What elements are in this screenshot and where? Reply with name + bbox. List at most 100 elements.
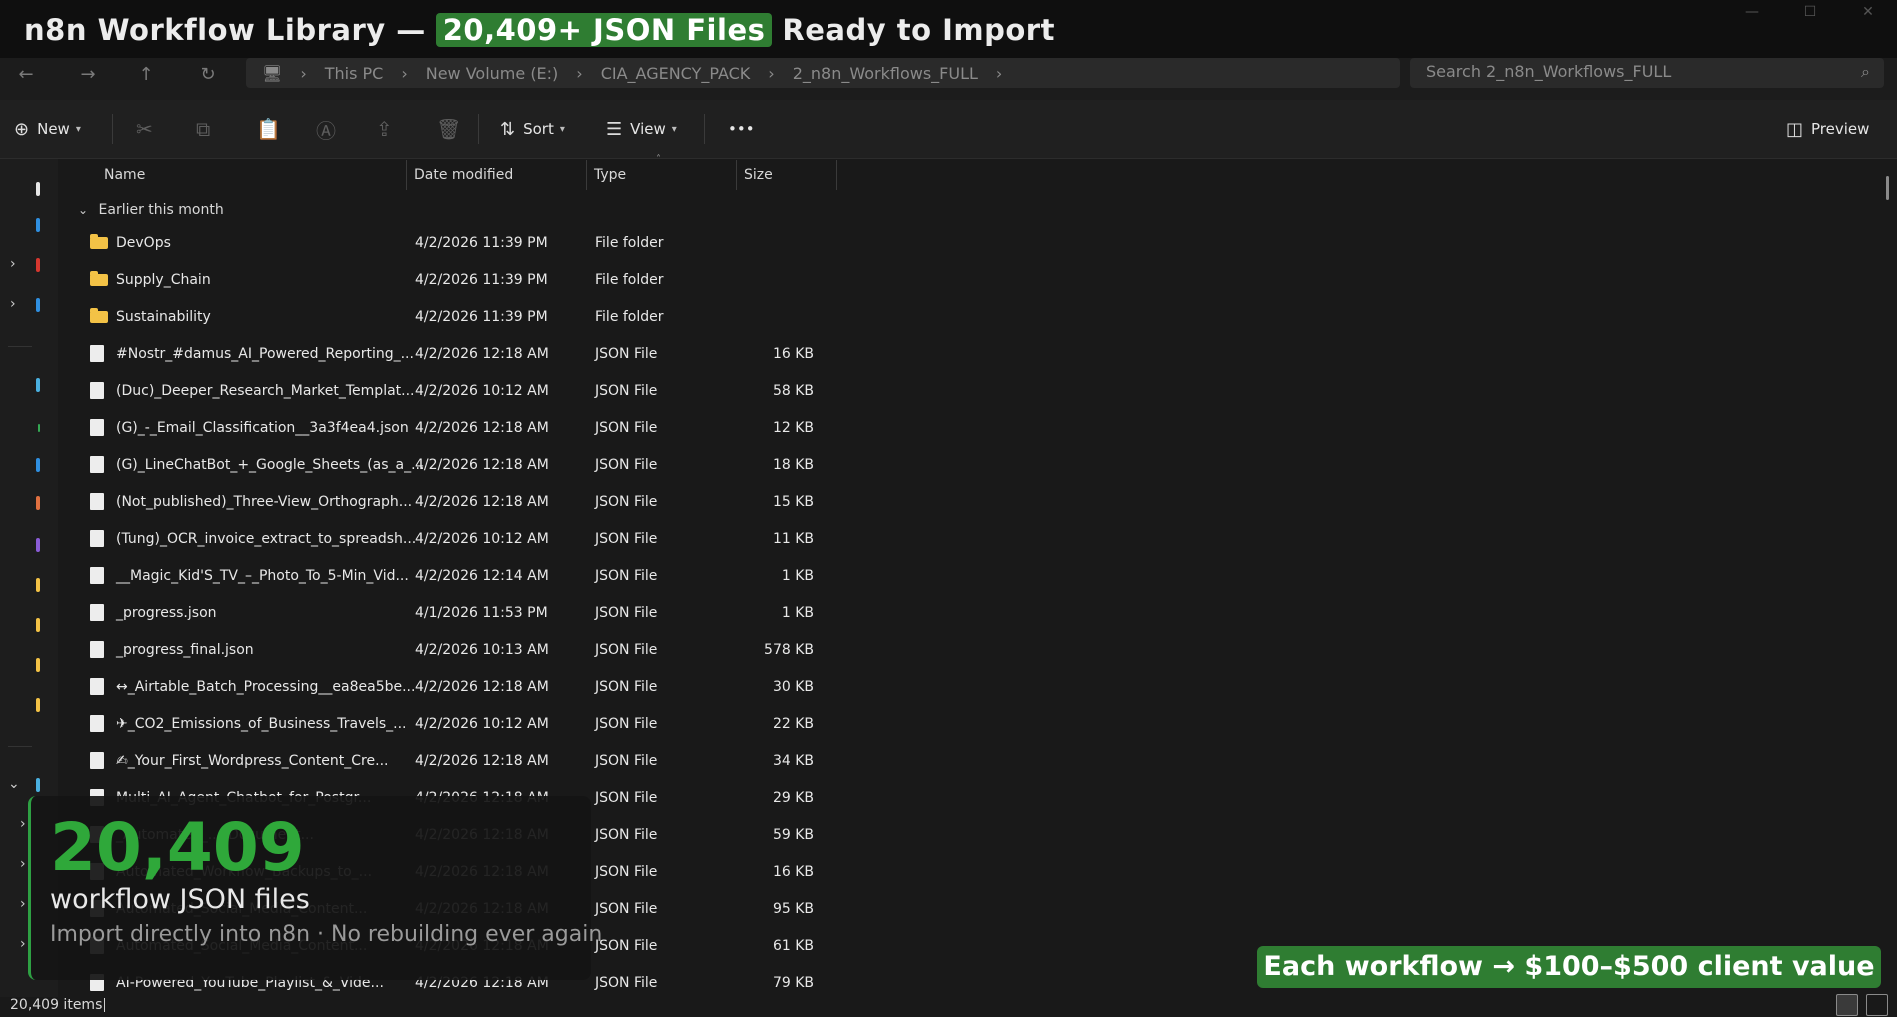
- downloads-icon[interactable]: [36, 258, 40, 272]
- folder-row[interactable]: Supply_Chain 4/2/2026 11:39 PM File folder: [88, 263, 848, 299]
- chevron-down-icon[interactable]: ⌄: [8, 776, 20, 792]
- file-name: (Tung)_OCR_invoice_extract_to_spreadsh..…: [116, 531, 417, 547]
- breadcrumb-this-pc[interactable]: This PC: [325, 64, 384, 83]
- file-type: JSON File: [595, 679, 658, 695]
- column-divider[interactable]: [736, 160, 737, 190]
- column-divider[interactable]: [406, 160, 407, 190]
- cut-icon[interactable]: ✂: [136, 114, 153, 144]
- videos-icon[interactable]: [36, 458, 40, 472]
- workflow-count-subtitle: workflow JSON files: [50, 884, 310, 915]
- file-row[interactable]: _progress.json 4/1/2026 11:53 PM JSON File…: [88, 596, 848, 632]
- column-header-date[interactable]: Date modified: [414, 160, 513, 190]
- file-row[interactable]: _progress_final.json 4/2/2026 10:13 AM JSO…: [88, 633, 848, 669]
- maximize-icon[interactable]: ☐: [1800, 4, 1820, 20]
- file-row[interactable]: ✍_Your_First_Wordpress_Content_Cre... 4/2…: [88, 744, 848, 780]
- file-row[interactable]: #Nostr_#damus_AI_Powered_Reporting_... 4/…: [88, 337, 848, 373]
- file-row[interactable]: __Magic_Kid'S_TV_–_Photo_To_5-Min_Vid...…: [88, 559, 848, 595]
- file-name: (Not_published)_Three-View_Orthograph...: [116, 494, 413, 510]
- forward-icon[interactable]: →: [70, 60, 106, 90]
- breadcrumb-folder[interactable]: 2_n8n_Workflows_FULL: [793, 64, 978, 83]
- plus-circle-icon: ⊕: [14, 118, 30, 140]
- chevron-right-icon[interactable]: ›: [20, 896, 26, 912]
- folder-icon[interactable]: [36, 538, 40, 552]
- chevron-right-icon[interactable]: ›: [20, 816, 26, 832]
- command-bar: [0, 100, 1897, 159]
- folder-icon[interactable]: [36, 658, 40, 672]
- pictures-icon[interactable]: [36, 378, 40, 392]
- desktop-icon[interactable]: [36, 218, 40, 232]
- file-row[interactable]: (Tung)_OCR_invoice_extract_to_spreadsh..…: [88, 522, 848, 558]
- folder-row[interactable]: DevOps 4/2/2026 11:39 PM File folder: [88, 226, 848, 262]
- file-row[interactable]: ↔_Airtable_Batch_Processing__ea8ea5be...…: [88, 670, 848, 706]
- chevron-right-icon[interactable]: ›: [20, 856, 26, 872]
- file-name: DevOps: [116, 235, 171, 251]
- file-row[interactable]: (Not_published)_Three-View_Orthograph...…: [88, 485, 848, 521]
- file-type: File folder: [595, 235, 664, 251]
- share-icon[interactable]: ⇪: [376, 114, 393, 144]
- file-icon: [90, 715, 104, 732]
- chevron-right-icon[interactable]: ›: [10, 296, 16, 312]
- file-type: JSON File: [595, 494, 658, 510]
- refresh-icon[interactable]: ↻: [190, 60, 226, 90]
- folder-row[interactable]: Sustainability 4/2/2026 11:39 PM File fold…: [88, 300, 848, 336]
- file-size: 16 KB: [772, 864, 814, 880]
- file-size: 29 KB: [772, 790, 814, 806]
- chevron-right-icon: ›: [300, 63, 307, 83]
- new-button[interactable]: ⊕ New ▾: [14, 114, 81, 144]
- file-icon: [90, 345, 104, 362]
- search-input[interactable]: Search 2_n8n_Workflows_FULL ⌕: [1410, 58, 1884, 88]
- file-row[interactable]: ✈_CO2_Emissions_of_Business_Travels_... 4…: [88, 707, 848, 743]
- paste-icon[interactable]: 📋: [256, 114, 281, 144]
- group-label: Earlier this month: [98, 202, 224, 218]
- date-modified: 4/2/2026 10:13 AM: [415, 642, 549, 658]
- breadcrumb-drive[interactable]: New Volume (E:): [426, 64, 559, 83]
- view-button[interactable]: ☰ View ▾: [606, 114, 677, 144]
- up-icon[interactable]: ↑: [128, 60, 164, 90]
- details-view-icon[interactable]: [1836, 994, 1858, 1016]
- group-header[interactable]: ⌄ Earlier this month: [78, 202, 224, 218]
- file-row[interactable]: (Duc)_Deeper_Research_Market_Templat... 4…: [88, 374, 848, 410]
- tiles-view-icon[interactable]: [1866, 994, 1888, 1016]
- folder-icon[interactable]: [36, 578, 40, 592]
- column-header-size[interactable]: Size: [744, 160, 773, 190]
- app-icon[interactable]: [36, 496, 40, 510]
- column-header-type[interactable]: Type: [594, 160, 626, 190]
- copy-icon[interactable]: ⧉: [196, 114, 210, 144]
- file-type: JSON File: [595, 753, 658, 769]
- more-options-button[interactable]: •••: [728, 114, 755, 144]
- file-type: JSON File: [595, 346, 658, 362]
- column-header-name[interactable]: Name: [104, 160, 145, 190]
- file-name: (G)_LineChatBot_+_Google_Sheets_(as_a_..…: [116, 457, 425, 473]
- file-row[interactable]: (G)_-_Email_Classification__3a3f4ea4.jso…: [88, 411, 848, 447]
- file-row[interactable]: (G)_LineChatBot_+_Google_Sheets_(as_a_..…: [88, 448, 848, 484]
- back-icon[interactable]: ←: [8, 60, 44, 90]
- column-divider[interactable]: [586, 160, 587, 190]
- file-name: Supply_Chain: [116, 272, 211, 288]
- delete-icon[interactable]: 🗑: [436, 114, 461, 144]
- column-divider[interactable]: [836, 160, 837, 190]
- chevron-right-icon[interactable]: ›: [20, 936, 26, 952]
- folder-icon[interactable]: [36, 698, 40, 712]
- file-icon: [90, 678, 104, 695]
- documents-icon[interactable]: [36, 298, 40, 312]
- divider: [8, 346, 32, 347]
- close-icon[interactable]: ✕: [1858, 4, 1878, 20]
- date-modified: 4/2/2026 12:18 AM: [415, 420, 549, 436]
- file-name: #Nostr_#damus_AI_Powered_Reporting_...: [116, 346, 414, 362]
- scrollbar[interactable]: [1886, 176, 1889, 200]
- folder-icon[interactable]: [36, 618, 40, 632]
- music-icon[interactable]: [38, 424, 40, 432]
- this-pc-icon[interactable]: [36, 778, 40, 792]
- preview-button[interactable]: ◫ Preview: [1786, 114, 1869, 144]
- banner-highlight: 20,409+ JSON Files: [435, 13, 773, 47]
- file-type: JSON File: [595, 827, 658, 843]
- minimize-icon[interactable]: —: [1742, 4, 1762, 20]
- sort-button[interactable]: ⇅ Sort ▾: [500, 114, 565, 144]
- file-size: 30 KB: [772, 679, 814, 695]
- breadcrumb-pack[interactable]: CIA_AGENCY_PACK: [601, 64, 751, 83]
- file-type: JSON File: [595, 901, 658, 917]
- quick-access-icon[interactable]: [36, 182, 40, 196]
- address-bar[interactable]: 🖥 › This PC › New Volume (E:) › CIA_AGEN…: [246, 58, 1400, 88]
- rename-icon[interactable]: Ⓐ: [316, 114, 336, 144]
- chevron-right-icon[interactable]: ›: [10, 256, 16, 272]
